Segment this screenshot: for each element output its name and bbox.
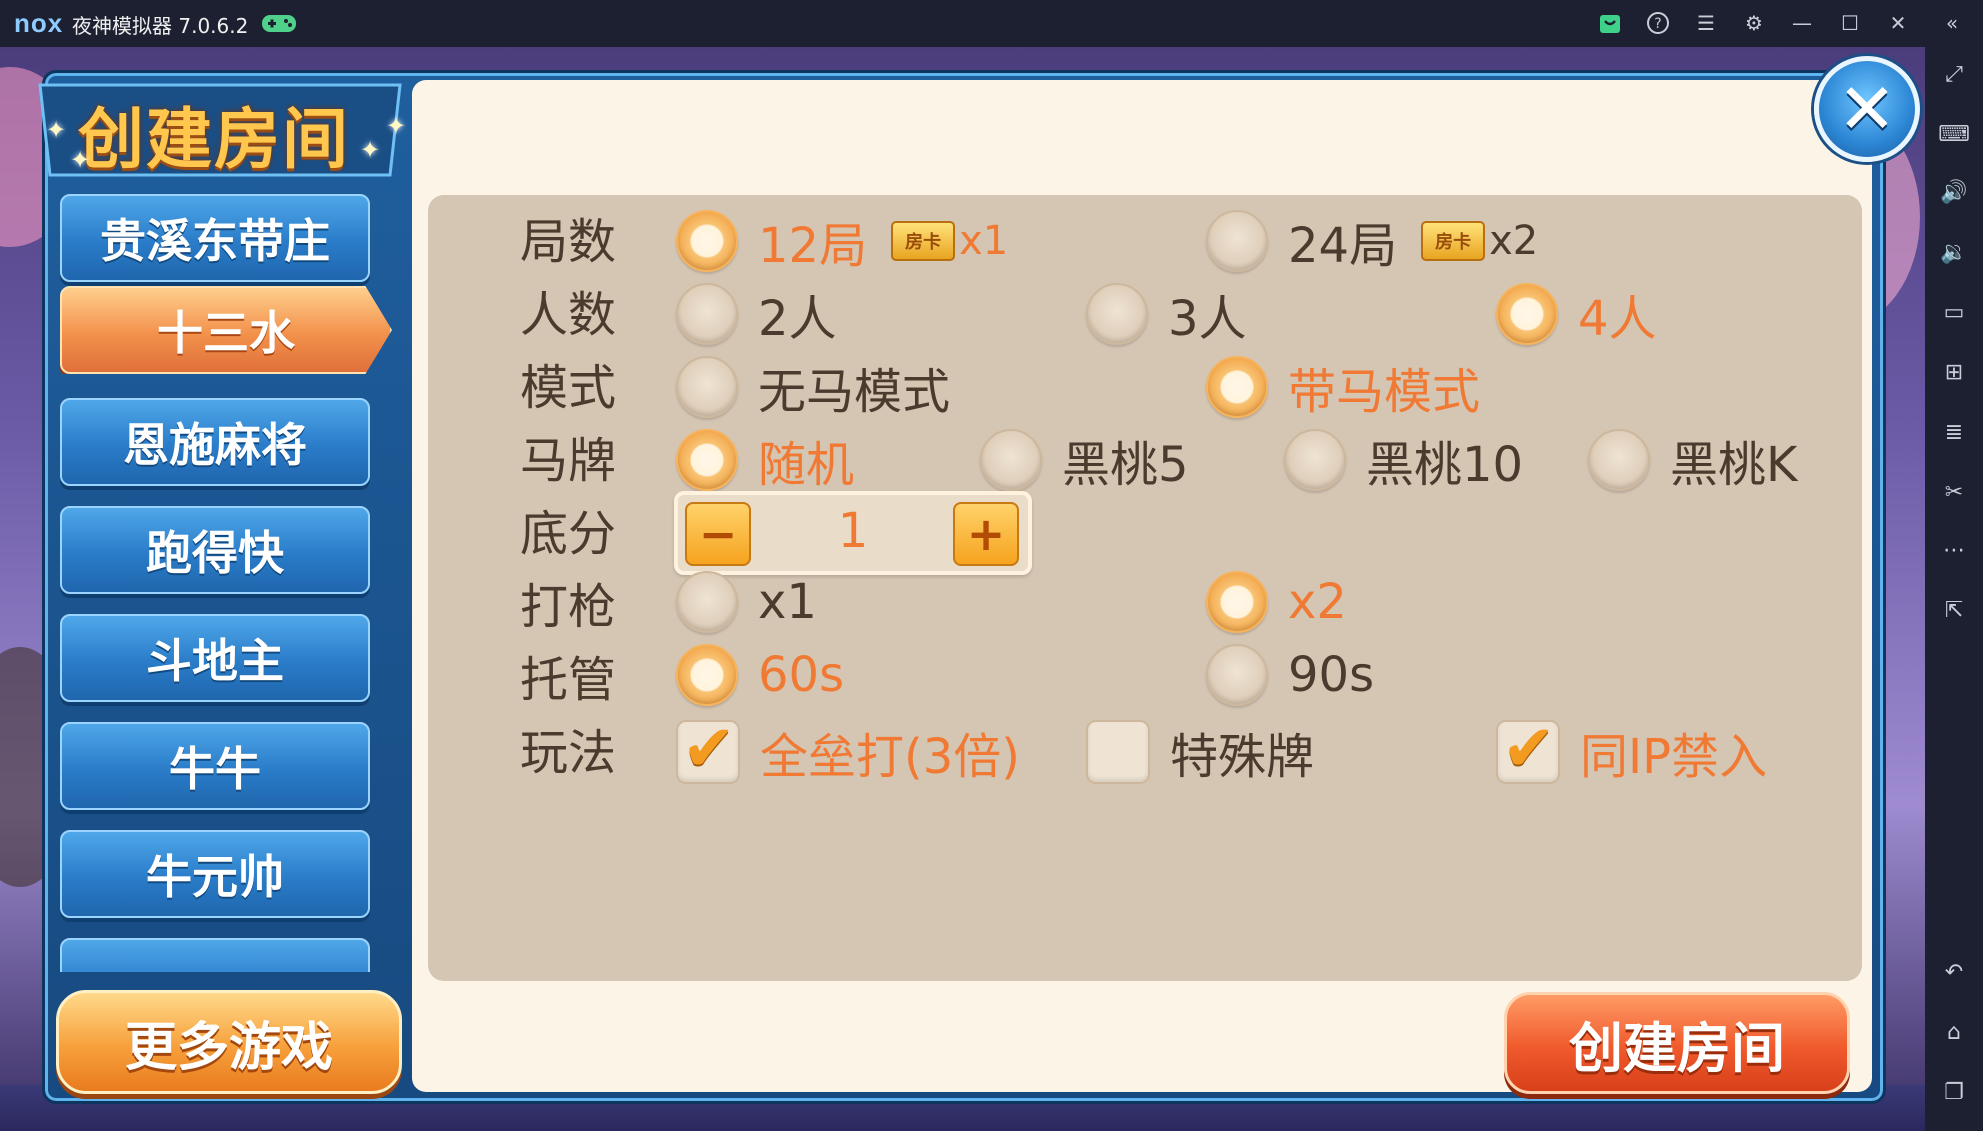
gun-option-x2[interactable]: x2 bbox=[1206, 571, 1347, 633]
menu-item-shisanshui[interactable]: 十三水 bbox=[60, 286, 392, 374]
auto-option-90s[interactable]: 90s bbox=[1206, 644, 1374, 706]
game-list[interactable]: 贵溪东带庄 十三水 恩施麻将 跑得快 斗地主 牛牛 牛元帅 bbox=[60, 192, 400, 972]
radio-button[interactable] bbox=[980, 429, 1042, 491]
players-label: 人数 bbox=[520, 287, 617, 343]
star-icon: ✦ bbox=[46, 116, 67, 144]
radio-button[interactable] bbox=[1086, 283, 1148, 345]
auto-option-60s[interactable]: 60s bbox=[676, 644, 844, 706]
radio-button[interactable] bbox=[676, 283, 738, 345]
volume-down-icon[interactable]: 🔉 bbox=[1935, 233, 1973, 271]
menu-item-enshi-mahjong[interactable]: 恩施麻将 bbox=[60, 398, 370, 486]
volume-up-icon[interactable]: 🔊 bbox=[1935, 173, 1973, 211]
room-card-icon: 房卡 bbox=[891, 221, 956, 261]
apk-install-icon[interactable]: ⊞ bbox=[1935, 353, 1973, 391]
radio-button[interactable] bbox=[1206, 571, 1268, 633]
fullscreen-icon[interactable]: ⤢ bbox=[1935, 55, 1973, 93]
rule-option-same-ip-block[interactable]: ✔ 同IP禁入 bbox=[1496, 712, 1767, 787]
create-room-button[interactable]: 创建房间 bbox=[1504, 992, 1850, 1094]
players-option-3[interactable]: 3人 bbox=[1086, 279, 1247, 349]
rule-option-home-run[interactable]: ✔ 全垒打(3倍) bbox=[676, 712, 1020, 787]
menu-item-niuniu[interactable]: 牛牛 bbox=[60, 722, 370, 810]
horse-option-spade10[interactable]: 黑桃10 bbox=[1284, 425, 1523, 495]
players-option-2[interactable]: 2人 bbox=[676, 279, 837, 349]
emulator-sidebar: ⤢ ⌨ 🔊 🔉 ▭ ⊞ ≣ ✂ ⋯ ⇱ ↶ ⌂ ❐ bbox=[1925, 47, 1983, 1131]
minimize-icon[interactable]: — bbox=[1786, 8, 1818, 38]
checkbox[interactable]: ✔ bbox=[676, 712, 740, 786]
external-icon[interactable]: ⇱ bbox=[1935, 591, 1973, 629]
radio-button[interactable] bbox=[1588, 429, 1650, 491]
window-title: 夜神模拟器 7.0.6.2 bbox=[72, 14, 249, 38]
players-option-4[interactable]: 4人 bbox=[1496, 279, 1657, 349]
more-games-button[interactable]: 更多游戏 bbox=[56, 990, 402, 1094]
mode-option-no-horse[interactable]: 无马模式 bbox=[676, 352, 950, 422]
star-icon: ✦ bbox=[70, 146, 91, 174]
back-icon[interactable]: ↶ bbox=[1935, 953, 1973, 991]
checkbox[interactable] bbox=[1086, 720, 1150, 784]
mode-label: 模式 bbox=[520, 360, 617, 416]
horse-option-random[interactable]: 随机 bbox=[676, 425, 854, 495]
gun-option-x1[interactable]: x1 bbox=[676, 571, 817, 633]
horse-option-spadek[interactable]: 黑桃K bbox=[1588, 425, 1797, 495]
base-score-stepper: 1 − + bbox=[674, 491, 1032, 575]
scissors-icon[interactable]: ✂ bbox=[1935, 473, 1973, 511]
menu-item-doudizhu[interactable]: 斗地主 bbox=[60, 614, 370, 702]
rounds-option-24[interactable]: 24局 房卡 x2 bbox=[1206, 206, 1538, 276]
more-icon[interactable]: ⋯ bbox=[1935, 531, 1973, 569]
horse-option-spade5[interactable]: 黑桃5 bbox=[980, 425, 1189, 495]
layers-icon[interactable]: ≣ bbox=[1935, 413, 1973, 451]
radio-button[interactable] bbox=[1206, 356, 1268, 418]
menu-item-paodekuai[interactable]: 跑得快 bbox=[60, 506, 370, 594]
base-score-label: 底分 bbox=[520, 506, 617, 562]
checkbox[interactable]: ✔ bbox=[1496, 712, 1560, 786]
card-multiplier: x2 bbox=[1489, 218, 1539, 264]
radio-button[interactable] bbox=[676, 571, 738, 633]
maximize-icon[interactable]: ☐ bbox=[1834, 8, 1866, 38]
gun-label: 打枪 bbox=[520, 579, 617, 635]
menu-icon[interactable]: ☰ bbox=[1690, 8, 1722, 38]
close-icon[interactable]: ✕ bbox=[1882, 8, 1914, 38]
room-card-icon: 房卡 bbox=[1421, 221, 1486, 261]
keyboard-icon[interactable]: ⌨ bbox=[1935, 115, 1973, 153]
auto-play-label: 托管 bbox=[520, 652, 617, 708]
menu-item-partial[interactable] bbox=[60, 938, 370, 972]
star-icon: ✦ bbox=[360, 136, 381, 164]
checkmark-icon: ✔ bbox=[1502, 712, 1556, 786]
dialog-title: 创建房间 bbox=[78, 101, 350, 178]
menu-item-guixi[interactable]: 贵溪东带庄 bbox=[60, 194, 370, 282]
rule-option-special-cards[interactable]: 特殊牌 bbox=[1086, 717, 1314, 787]
radio-button[interactable] bbox=[676, 210, 738, 272]
svg-text:?: ? bbox=[1654, 16, 1661, 32]
radio-button[interactable] bbox=[676, 644, 738, 706]
collapse-icon[interactable]: « bbox=[1936, 8, 1968, 38]
menu-item-niuyuanshuai[interactable]: 牛元帅 bbox=[60, 830, 370, 918]
gamepad-icon[interactable] bbox=[260, 10, 298, 36]
radio-button[interactable] bbox=[1206, 210, 1268, 272]
radio-button[interactable] bbox=[676, 429, 738, 491]
increment-button[interactable]: + bbox=[953, 502, 1019, 566]
star-icon: ✦ bbox=[386, 112, 407, 140]
rounds-label: 局数 bbox=[520, 214, 617, 270]
radio-button[interactable] bbox=[1496, 283, 1558, 345]
recent-apps-icon[interactable]: ❐ bbox=[1935, 1073, 1973, 1111]
card-multiplier: x1 bbox=[959, 218, 1009, 264]
emulator-title-bar: nox 夜神模拟器 7.0.6.2 ? ☰ ⚙ — ☐ ✕ « bbox=[0, 0, 1983, 47]
rules-label: 玩法 bbox=[520, 725, 617, 781]
radio-button[interactable] bbox=[1206, 644, 1268, 706]
store-icon[interactable] bbox=[1594, 8, 1626, 38]
settings-icon[interactable]: ⚙ bbox=[1738, 8, 1770, 38]
horse-card-label: 马牌 bbox=[520, 433, 617, 489]
close-dialog-button[interactable]: ✕ bbox=[1814, 56, 1920, 162]
screen-icon[interactable]: ▭ bbox=[1935, 293, 1973, 331]
mode-option-with-horse[interactable]: 带马模式 bbox=[1206, 352, 1480, 422]
radio-button[interactable] bbox=[676, 356, 738, 418]
help-icon[interactable]: ? bbox=[1642, 8, 1674, 38]
rounds-option-12[interactable]: 12局 房卡 x1 bbox=[676, 206, 1008, 276]
decrement-button[interactable]: − bbox=[685, 502, 751, 566]
home-icon[interactable]: ⌂ bbox=[1935, 1013, 1973, 1051]
radio-button[interactable] bbox=[1284, 429, 1346, 491]
checkmark-icon: ✔ bbox=[682, 712, 736, 786]
nox-logo: nox bbox=[14, 8, 64, 38]
